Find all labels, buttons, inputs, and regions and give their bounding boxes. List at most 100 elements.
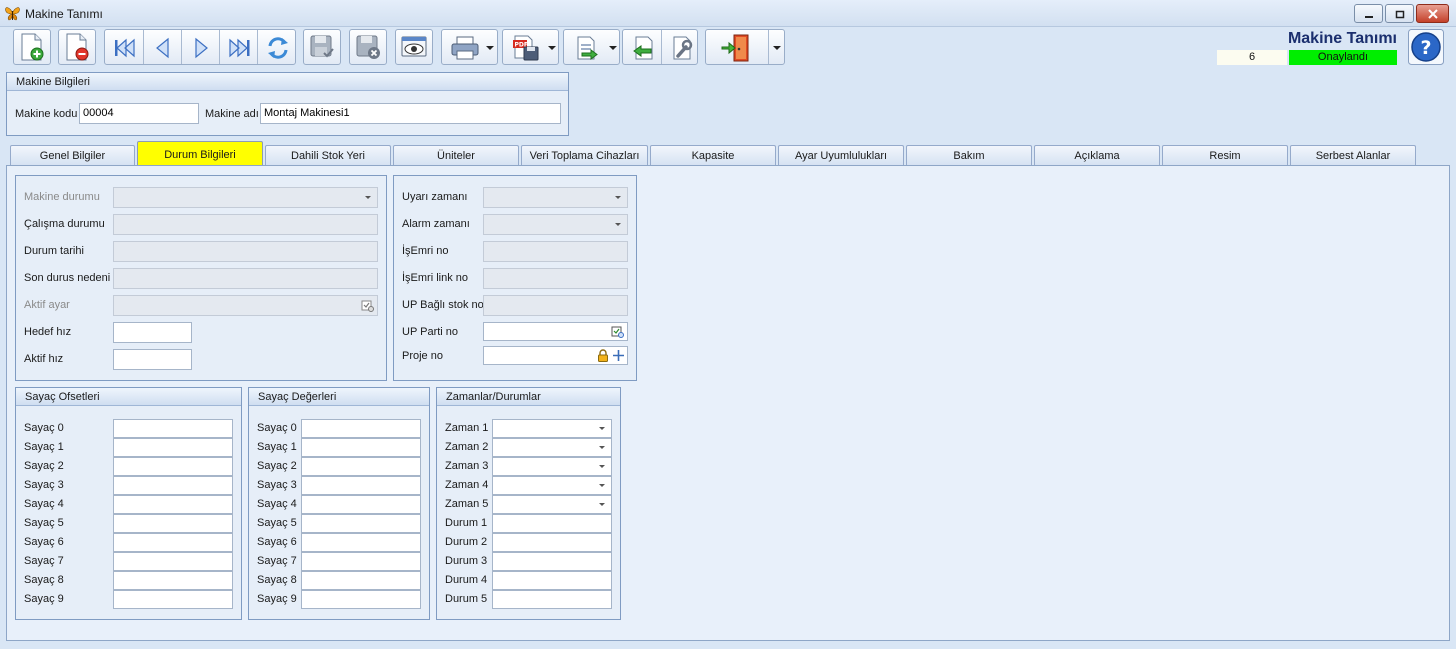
calisma-durumu-field[interactable] [113, 214, 378, 235]
counter-offset-input-4[interactable] [113, 495, 233, 514]
counter-offset-input-7[interactable] [113, 552, 233, 571]
record-count: 6 [1217, 50, 1287, 65]
uyari-zamani-select[interactable] [483, 187, 628, 208]
times-states-input-2[interactable] [492, 457, 612, 476]
chevron-down-icon [615, 196, 621, 199]
maximize-button[interactable] [1385, 4, 1414, 23]
print-button[interactable] [441, 29, 498, 65]
tab-dahili-stok-yeri[interactable]: Dahili Stok Yeri [265, 145, 391, 166]
up-parti-no-lookup[interactable] [483, 322, 628, 341]
proje-no-field[interactable] [483, 346, 628, 365]
counter-value-input-5[interactable] [301, 514, 421, 533]
times-states-input-7[interactable] [492, 552, 612, 571]
proje-no-label: Proje no [402, 350, 443, 362]
times-states-input-5[interactable] [492, 514, 612, 533]
counter-offset-input-1[interactable] [113, 438, 233, 457]
tab-kapasite[interactable]: Kapasite [650, 145, 776, 166]
times-states-input-1[interactable] [492, 438, 612, 457]
close-button[interactable] [1416, 4, 1449, 23]
isemri-link-no-field[interactable] [483, 268, 628, 289]
times-states-input-9[interactable] [492, 590, 612, 609]
counter-value-input-4[interactable] [301, 495, 421, 514]
tab-ayar-uyumluluklari[interactable]: Ayar Uyumlulukları [778, 145, 904, 166]
makine-durumu-select[interactable] [113, 187, 378, 208]
tab-veri-toplama-cihazlari[interactable]: Veri Toplama Cihazları [521, 145, 648, 166]
counter-value-input-2[interactable] [301, 457, 421, 476]
close-icon [1427, 8, 1438, 19]
restore-icon [1395, 10, 1404, 18]
refresh-icon[interactable] [264, 34, 292, 62]
counter-value-input-9[interactable] [301, 590, 421, 609]
aktif-hiz-input[interactable] [113, 349, 192, 370]
navigation-button-group [104, 29, 296, 65]
tab-resim[interactable]: Resim [1162, 145, 1288, 166]
export-pdf-button[interactable]: PDF [502, 29, 559, 65]
counter-value-input-7[interactable] [301, 552, 421, 571]
times-states-input-6[interactable] [492, 533, 612, 552]
up-parti-no-label: UP Parti no [402, 326, 459, 338]
tab-serbest-alanlar[interactable]: Serbest Alanlar [1290, 145, 1416, 166]
counter-value-input-3[interactable] [301, 476, 421, 495]
aktif-hiz-label: Aktif hız [24, 353, 64, 365]
times-states-input-8[interactable] [492, 571, 612, 590]
times-states-label-8: Durum 4 [445, 574, 488, 586]
save-button[interactable] [303, 29, 341, 65]
help-button[interactable]: ? [1408, 29, 1444, 65]
exit-button[interactable] [705, 29, 785, 65]
preview-eye-icon [401, 36, 427, 57]
son-durus-nedeni-field[interactable] [113, 268, 378, 289]
counter-offset-input-6[interactable] [113, 533, 233, 552]
cancel-save-button[interactable] [349, 29, 387, 65]
machine-name-label: Makine adı [205, 108, 259, 120]
tab-genel-bilgiler[interactable]: Genel Bilgiler [10, 145, 135, 166]
tab-bakim[interactable]: Bakım [906, 145, 1032, 166]
isemri-no-field[interactable] [483, 241, 628, 262]
import-document-icon[interactable] [629, 34, 657, 62]
counter-value-input-1[interactable] [301, 438, 421, 457]
machine-code-input[interactable]: 00004 [79, 103, 199, 124]
times-states-label-2: Zaman 3 [445, 460, 489, 472]
export-button[interactable] [563, 29, 620, 65]
tab-aciklama[interactable]: Açıklama [1034, 145, 1160, 166]
lookup-icon[interactable] [361, 299, 375, 313]
last-record-icon[interactable] [226, 35, 252, 61]
settings-wrench-icon[interactable] [667, 34, 695, 62]
counter-value-input-6[interactable] [301, 533, 421, 552]
counter-offset-input-2[interactable] [113, 457, 233, 476]
lookup-icon[interactable] [611, 325, 625, 339]
hedef-hiz-input[interactable] [113, 322, 192, 343]
times-states-input-3[interactable] [492, 476, 612, 495]
calisma-durumu-label: Çalışma durumu [24, 218, 105, 230]
counter-offset-input-8[interactable] [113, 571, 233, 590]
counter-offset-label-3: Sayaç 3 [24, 479, 64, 491]
times-states-input-4[interactable] [492, 495, 612, 514]
tab-uniteler[interactable]: Üniteler [393, 145, 519, 166]
times-states-input-0[interactable] [492, 419, 612, 438]
title-bar[interactable]: Makine Tanımı [0, 0, 1456, 27]
first-record-icon[interactable] [112, 35, 138, 61]
preview-button[interactable] [395, 29, 433, 65]
previous-record-icon[interactable] [150, 35, 176, 61]
counter-value-input-8[interactable] [301, 571, 421, 590]
isemri-no-label: İşEmri no [402, 245, 449, 257]
add-icon[interactable] [612, 349, 625, 362]
tab-durum-bilgileri[interactable]: Durum Bilgileri [137, 141, 263, 167]
counter-value-input-0[interactable] [301, 419, 421, 438]
minimize-icon [1364, 15, 1373, 18]
lock-icon[interactable] [597, 349, 609, 362]
times-states-label-5: Durum 1 [445, 517, 488, 529]
durum-tarihi-field[interactable] [113, 241, 378, 262]
counter-offset-input-9[interactable] [113, 590, 233, 609]
delete-record-button[interactable] [58, 29, 96, 65]
minimize-button[interactable] [1354, 4, 1383, 23]
next-record-icon[interactable] [188, 35, 214, 61]
counter-offset-input-5[interactable] [113, 514, 233, 533]
up-bagli-stok-no-field[interactable] [483, 295, 628, 316]
counter-offset-input-3[interactable] [113, 476, 233, 495]
new-record-button[interactable] [13, 29, 51, 65]
alarm-zamani-select[interactable] [483, 214, 628, 235]
machine-name-input[interactable]: Montaj Makinesi1 [260, 103, 561, 124]
counter-offset-input-0[interactable] [113, 419, 233, 438]
times-states-label-6: Durum 2 [445, 536, 488, 548]
aktif-ayar-lookup[interactable] [113, 295, 378, 316]
